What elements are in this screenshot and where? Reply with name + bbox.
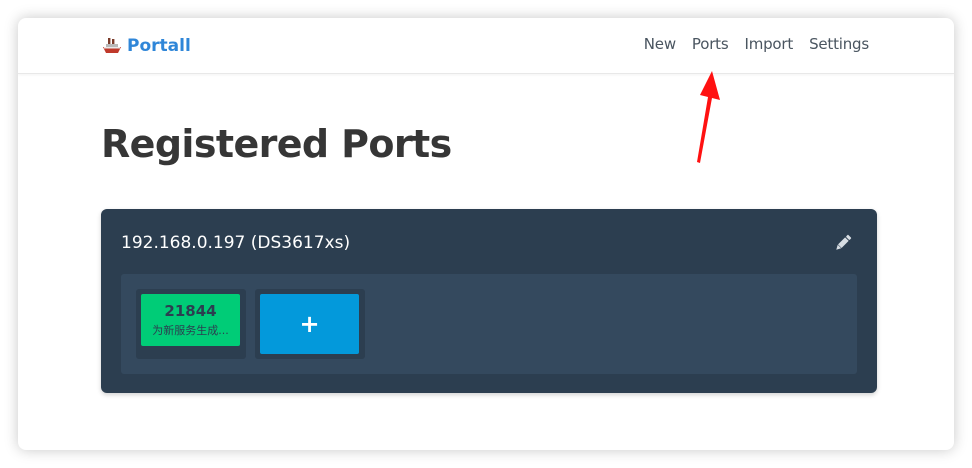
host-name: 192.168.0.197 (DS3617xs) bbox=[121, 233, 351, 253]
ship-icon bbox=[103, 38, 121, 53]
nav-import[interactable]: Import bbox=[744, 35, 793, 53]
nav-menu: New Ports Import Settings bbox=[644, 35, 869, 53]
port-number: 21844 bbox=[164, 302, 217, 320]
nav-new[interactable]: New bbox=[644, 35, 676, 53]
navbar: Portall New Ports Import Settings bbox=[18, 18, 954, 74]
page-title: Registered Ports bbox=[101, 122, 452, 166]
brand-link[interactable]: Portall bbox=[102, 34, 191, 58]
plus-icon: + bbox=[299, 310, 320, 338]
port-tile[interactable]: 21844 为新服务生成... bbox=[141, 294, 240, 346]
port-slot: 21844 为新服务生成... bbox=[136, 289, 246, 359]
red-arrow-icon bbox=[697, 71, 720, 163]
brand-name: Portall bbox=[127, 36, 191, 56]
nav-settings[interactable]: Settings bbox=[809, 35, 869, 53]
host-card: 192.168.0.197 (DS3617xs) 21844 为新服务生成...… bbox=[101, 209, 877, 393]
ports-area: 21844 为新服务生成... + bbox=[121, 274, 857, 374]
app-window: Portall New Ports Import Settings Regist… bbox=[18, 18, 954, 450]
pencil-icon[interactable] bbox=[833, 233, 853, 253]
add-port-button[interactable]: + bbox=[260, 294, 359, 354]
nav-ports[interactable]: Ports bbox=[692, 35, 729, 53]
port-description: 为新服务生成... bbox=[152, 324, 229, 337]
add-port-slot: + bbox=[255, 289, 365, 359]
